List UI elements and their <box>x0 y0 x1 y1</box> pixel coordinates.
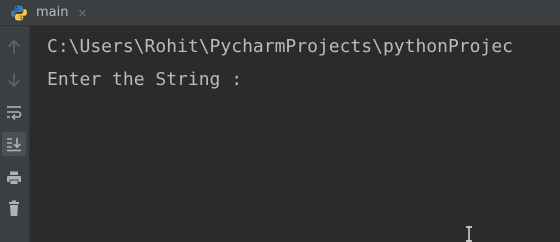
close-icon[interactable]: × <box>77 6 87 20</box>
scroll-to-end-icon <box>7 138 21 152</box>
console-toolbar <box>0 26 30 242</box>
run-console-window: main × C:\Users\Rohit\PycharmProjects\py… <box>0 0 560 242</box>
python-icon <box>11 5 27 20</box>
scroll-up-button[interactable] <box>2 35 26 59</box>
soft-wrap-icon <box>7 106 22 120</box>
console-line-prompt: Enter the String : <box>47 69 243 90</box>
trash-icon <box>9 200 19 216</box>
down-arrow-icon <box>8 73 20 87</box>
tab-main[interactable]: main × <box>4 0 96 25</box>
up-arrow-icon <box>8 40 20 54</box>
clear-all-button[interactable] <box>2 197 26 221</box>
run-tab-bar: main × <box>0 0 560 26</box>
tab-label: main <box>36 5 69 20</box>
print-icon <box>7 171 21 185</box>
text-cursor-icon <box>466 226 472 242</box>
scroll-to-end-button[interactable] <box>2 132 26 156</box>
soft-wrap-button[interactable] <box>2 100 26 124</box>
scroll-down-button[interactable] <box>2 68 26 92</box>
console-output[interactable]: C:\Users\Rohit\PycharmProjects\pythonPro… <box>30 26 560 242</box>
print-button[interactable] <box>2 166 26 190</box>
console-line-path: C:\Users\Rohit\PycharmProjects\pythonPro… <box>47 36 513 57</box>
